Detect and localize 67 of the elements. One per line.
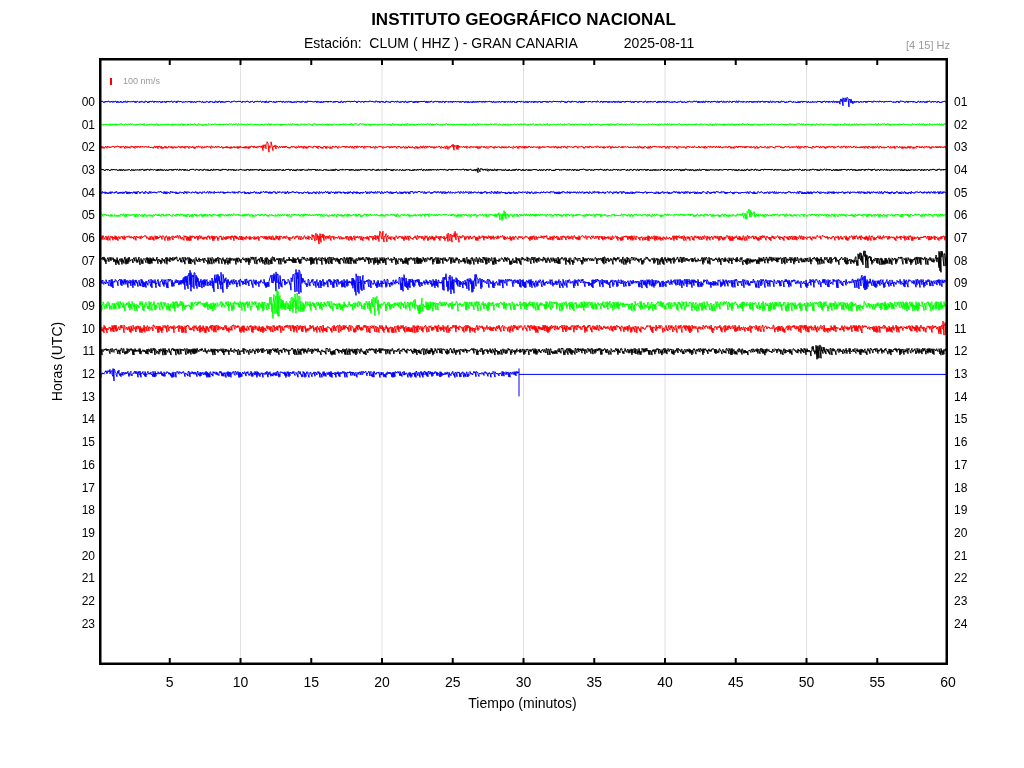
tick-label: 25 (444, 674, 461, 689)
hour-label: 02 (954, 118, 968, 131)
hour-label: 19 (81, 526, 95, 539)
scale-legend-label: 100 nm/s (123, 75, 161, 88)
hour-label: 09 (81, 300, 95, 313)
hour-label: 07 (954, 231, 968, 244)
hour-label: 18 (81, 504, 95, 517)
hour-label: 12 (954, 345, 968, 358)
tick-label: 10 (232, 674, 249, 689)
hour-label: 23 (81, 617, 95, 630)
hour-label: 23 (954, 594, 968, 607)
hour-label: 04 (81, 186, 95, 199)
hour-label: 12 (81, 368, 95, 381)
hour-label: 14 (954, 390, 968, 403)
hour-label: 17 (954, 458, 968, 471)
hour-label: 11 (82, 345, 95, 358)
chart-title: INSTITUTO GEOGRÁFICO NACIONAL (371, 9, 676, 31)
hour-label: 01 (954, 95, 968, 108)
hour-label: 19 (954, 504, 968, 517)
tick-label: 5 (165, 674, 174, 689)
tick-label: 40 (657, 674, 673, 689)
hour-label: 09 (954, 277, 968, 290)
x-axis-label: Tiempo (minutos) (468, 693, 577, 713)
hour-label: 22 (954, 572, 968, 585)
hour-label: 18 (954, 481, 968, 494)
hour-label: 24 (954, 617, 968, 630)
hour-label: 08 (954, 254, 968, 267)
hour-label: 17 (81, 481, 95, 494)
hour-label: 20 (81, 549, 95, 562)
tick-label: 20 (374, 674, 390, 689)
hour-label: 20 (954, 526, 968, 539)
hour-label: 10 (81, 322, 95, 335)
hour-label: 01 (81, 118, 95, 131)
y-axis-label: Horas (UTC) (48, 321, 67, 401)
hour-label: 21 (954, 549, 968, 562)
hour-label: 05 (954, 186, 968, 199)
tick-label: 55 (869, 674, 886, 689)
hour-label: 06 (954, 209, 968, 222)
hour-label: 11 (954, 322, 967, 335)
hour-label: 03 (81, 163, 95, 176)
hour-label: 05 (81, 209, 95, 222)
hour-label: 08 (81, 277, 95, 290)
tick-label: 35 (586, 674, 603, 689)
hour-label: 04 (954, 163, 968, 176)
hour-label: 14 (81, 413, 95, 426)
hour-label: 03 (954, 141, 968, 154)
filter-label: [4 15] Hz (905, 38, 950, 53)
tick-label: 50 (798, 674, 815, 689)
hour-label: 07 (81, 254, 95, 267)
hour-label: 13 (81, 390, 95, 403)
tick-label: 60 (940, 674, 956, 689)
station-label: Estación: CLUM ( HHZ ) - GRAN CANARIA (304, 33, 578, 53)
date-label: 2025-08-11 (623, 33, 695, 53)
hour-label: 16 (954, 436, 968, 449)
tick-label: 15 (303, 674, 320, 689)
hour-label: 22 (81, 594, 95, 607)
hour-label: 13 (954, 368, 968, 381)
hour-label: 15 (81, 436, 95, 449)
hour-label: 06 (81, 231, 95, 244)
tick-label: 30 (515, 674, 532, 689)
hour-label: 10 (954, 300, 968, 313)
hour-label: 21 (81, 572, 95, 585)
hour-label: 02 (81, 141, 95, 154)
tick-label: 45 (727, 674, 744, 689)
hour-label: 16 (81, 458, 95, 471)
hour-label: 15 (954, 413, 968, 426)
hour-label: 00 (81, 95, 95, 108)
